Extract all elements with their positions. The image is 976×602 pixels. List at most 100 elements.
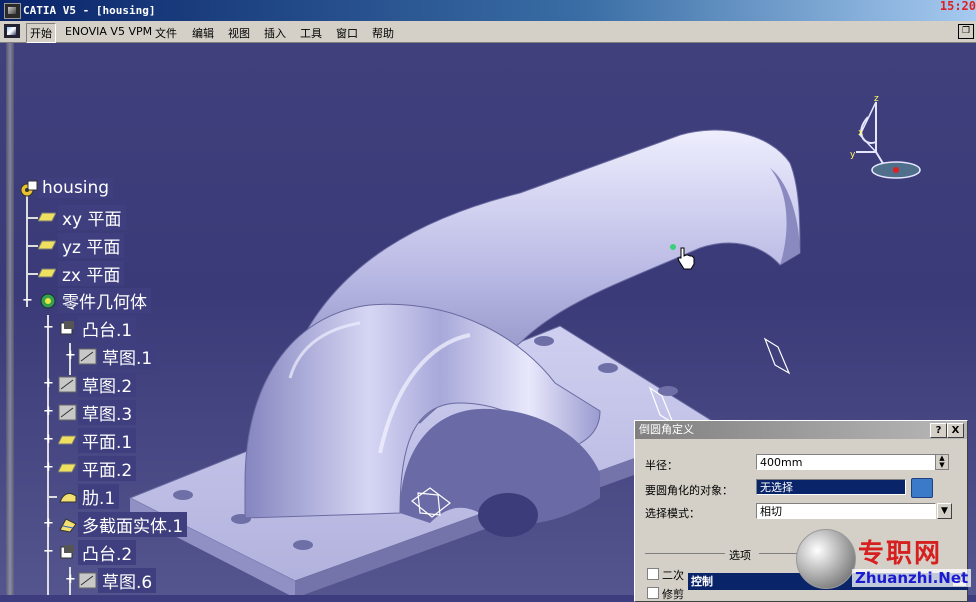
menu-file[interactable]: 文件: [152, 24, 180, 42]
expand-icon[interactable]: +: [65, 573, 76, 586]
edit-list-icon[interactable]: [911, 478, 933, 498]
watermark: 专职网 Zhuanzhi.Net: [796, 529, 976, 595]
expand-icon[interactable]: +: [43, 517, 54, 530]
secondary-spine-checkbox[interactable]: [647, 568, 659, 580]
plane-icon: [38, 239, 56, 251]
part-icon: [18, 180, 38, 197]
plane-icon: [38, 211, 56, 223]
tree-node-root[interactable]: housing: [18, 177, 114, 199]
radius-spinner[interactable]: ▲ ▼: [935, 454, 949, 470]
clock: 15:20: [939, 0, 976, 13]
tree-node-zx-plane[interactable]: zx 平面: [38, 260, 125, 286]
options-label: 选项: [729, 549, 751, 562]
tree-node-plane2[interactable]: 平面.2: [58, 455, 137, 481]
tree-node-sketch2[interactable]: 草图.2: [58, 371, 137, 397]
tree-label-sketch3: 草图.3: [78, 399, 137, 425]
help-button[interactable]: ?: [930, 423, 947, 438]
tree-node-pad2[interactable]: 凸台.2: [58, 539, 137, 565]
tree-node-rib[interactable]: 肋.1: [58, 483, 120, 509]
plane-icon: [58, 462, 76, 474]
sketch-icon: [78, 572, 97, 589]
plane-icon: [38, 267, 56, 279]
tree-label-xy-plane: xy 平面: [58, 204, 126, 230]
expand-icon[interactable]: +: [43, 405, 54, 418]
objects-to-fillet-field[interactable]: 无选择: [756, 479, 906, 495]
tree-label-root: housing: [38, 178, 114, 198]
tree-node-sketch3[interactable]: 草图.3: [58, 399, 137, 425]
tree-label-sketch2: 草图.2: [78, 371, 137, 397]
window-title: CATIA V5 - [housing]: [23, 4, 156, 17]
multi-section-solid-icon: [58, 516, 77, 533]
watermark-cn: 专职网: [858, 539, 943, 569]
control-toolbar-title: 控制: [691, 575, 713, 588]
window-title-bar: CATIA V5 - [housing] 15:20: [0, 0, 976, 21]
document-system-icon[interactable]: [4, 24, 20, 38]
plane-icon: [58, 434, 76, 446]
mounting-hole: [534, 336, 554, 346]
tree-node-xy-plane[interactable]: xy 平面: [38, 204, 126, 230]
chevron-down-icon[interactable]: ▼: [937, 503, 952, 519]
menu-window[interactable]: 窗口: [333, 24, 361, 42]
collapse-icon[interactable]: −: [43, 545, 54, 558]
sketch-icon: [58, 376, 77, 393]
menu-view[interactable]: 视图: [225, 24, 253, 42]
tree-label-pad2: 凸台.2: [78, 539, 137, 565]
menu-help[interactable]: 帮助: [369, 24, 397, 42]
tree-label-plane2: 平面.2: [78, 455, 137, 481]
compass-x-label: x: [858, 128, 864, 138]
expand-icon[interactable]: +: [43, 461, 54, 474]
tree-node-plane1[interactable]: 平面.1: [58, 427, 137, 453]
tree-node-sketch1[interactable]: 草图.1: [78, 343, 157, 369]
mounting-hole: [293, 540, 313, 550]
radius-label: 半径：: [645, 459, 678, 472]
tree-node-pad1[interactable]: 凸台.1: [58, 315, 137, 341]
selection-mode-select[interactable]: 相切: [756, 503, 936, 519]
selection-point: [670, 244, 676, 250]
collapse-icon[interactable]: −: [43, 321, 54, 334]
mounting-hole: [658, 386, 678, 396]
close-button[interactable]: X: [947, 423, 964, 438]
watermark-en: Zhuanzhi.Net: [852, 569, 972, 587]
specification-tree: housing xy 平面 yz 平面 zx 平面 − 零件几何体 − 凸台.1: [14, 173, 274, 595]
tree-node-yz-plane[interactable]: yz 平面: [38, 232, 125, 258]
expand-icon[interactable]: +: [43, 433, 54, 446]
menu-start[interactable]: 开始: [26, 23, 56, 43]
tree-label-plane1: 平面.1: [78, 427, 137, 453]
dialog-title-bar[interactable]: 倒圆角定义 ? X: [635, 421, 967, 439]
menu-edit[interactable]: 编辑: [189, 24, 217, 42]
plane-marker: [763, 337, 791, 375]
shaft-hole: [478, 493, 538, 537]
menu-bar: 开始 ENOVIA V5 VPM 文件 编辑 视图 插入 工具 窗口 帮助 ❐: [0, 21, 976, 43]
option-trim-label: 修剪: [662, 588, 684, 601]
pad-icon: [58, 320, 76, 336]
catia-app-icon[interactable]: [4, 3, 21, 19]
compass-icon[interactable]: z x y: [846, 87, 926, 187]
sketch-icon: [58, 404, 77, 421]
menu-insert[interactable]: 插入: [261, 24, 289, 42]
compass-y-label: y: [850, 150, 856, 160]
expand-icon[interactable]: +: [43, 377, 54, 390]
tree-node-sketch6[interactable]: 草图.6: [78, 567, 157, 593]
menu-tools[interactable]: 工具: [297, 24, 325, 42]
watermark-logo-icon: [796, 529, 856, 589]
gear-body-icon: [38, 292, 56, 309]
collapse-icon[interactable]: −: [22, 294, 33, 307]
objects-label: 要圆角化的对象：: [645, 484, 733, 497]
tree-label-yz-plane: yz 平面: [58, 232, 125, 258]
sketch-icon: [78, 348, 97, 365]
expand-icon[interactable]: +: [65, 349, 76, 362]
trim-checkbox[interactable]: [647, 587, 659, 599]
tree-node-multi-section[interactable]: 多截面实体.1: [58, 511, 188, 537]
tree-label-sketch6: 草图.6: [98, 567, 157, 593]
tree-label-body: 零件几何体: [58, 287, 151, 313]
pad-icon: [58, 544, 76, 560]
radius-input[interactable]: 400mm: [756, 454, 936, 470]
option-secondary-label: 二次: [662, 569, 684, 582]
restore-window-button[interactable]: ❐: [958, 24, 974, 39]
tree-label-pad1: 凸台.1: [78, 315, 137, 341]
rib-icon: [58, 488, 77, 504]
tree-label-sketch1: 草图.1: [98, 343, 157, 369]
compass-z-label: z: [874, 94, 879, 104]
menu-enovia[interactable]: ENOVIA V5 VPM: [62, 24, 155, 39]
tree-node-body[interactable]: 零件几何体: [38, 287, 151, 313]
